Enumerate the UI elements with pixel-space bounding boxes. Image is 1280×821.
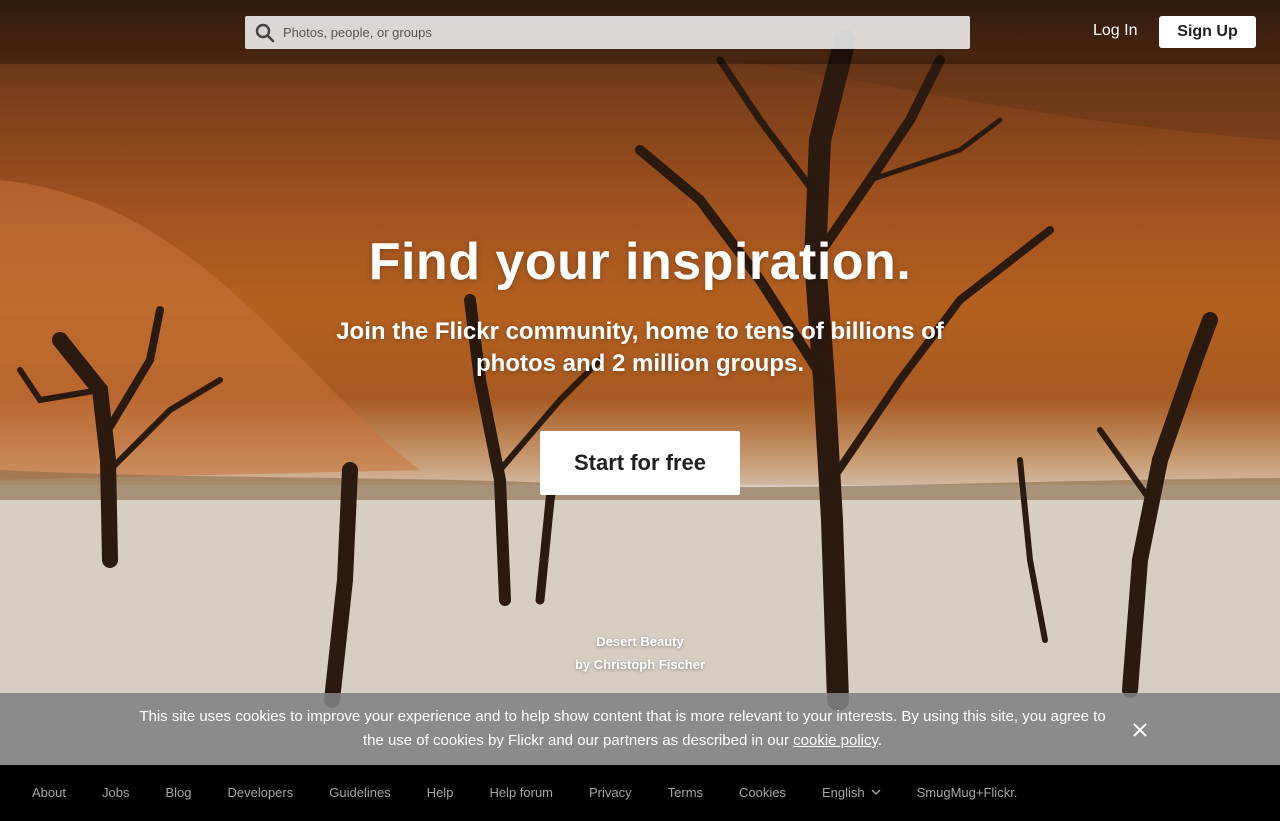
footer-link-developers[interactable]: Developers bbox=[227, 785, 293, 800]
search-bar[interactable] bbox=[245, 16, 970, 49]
search-icon[interactable] bbox=[255, 23, 275, 43]
footer-link-cookies[interactable]: Cookies bbox=[739, 785, 786, 800]
language-selector[interactable]: English bbox=[822, 785, 881, 800]
footer-link-privacy[interactable]: Privacy bbox=[589, 785, 632, 800]
photo-title[interactable]: Desert Beauty bbox=[0, 634, 1280, 649]
footer-links: About Jobs Blog Developers Guidelines He… bbox=[32, 784, 1053, 802]
footer-link-jobs[interactable]: Jobs bbox=[102, 785, 129, 800]
footer-link-terms[interactable]: Terms bbox=[668, 785, 703, 800]
start-for-free-button[interactable]: Start for free bbox=[540, 431, 740, 495]
footer-link-help-forum[interactable]: Help forum bbox=[489, 785, 553, 800]
search-input[interactable] bbox=[283, 16, 963, 49]
hero-headline: Find your inspiration. bbox=[368, 233, 912, 291]
cookie-message-end: . bbox=[877, 732, 883, 749]
footer-link-about[interactable]: About bbox=[32, 785, 66, 800]
language-label: English bbox=[822, 785, 865, 800]
chevron-down-icon bbox=[871, 789, 881, 796]
footer: About Jobs Blog Developers Guidelines He… bbox=[0, 765, 1280, 821]
hero-subheadline: Join the Flickr community, home to tens … bbox=[336, 318, 944, 377]
hero-background bbox=[0, 0, 1280, 765]
footer-link-guidelines[interactable]: Guidelines bbox=[329, 785, 390, 800]
footer-link-help[interactable]: Help bbox=[427, 785, 454, 800]
footer-link-smugmug-flickr[interactable]: SmugMug+Flickr. bbox=[917, 785, 1018, 800]
cookie-policy-link[interactable]: cookie policy bbox=[793, 732, 878, 749]
sign-up-button[interactable]: Sign Up bbox=[1159, 16, 1256, 48]
top-navigation-bar: Log In Sign Up bbox=[0, 0, 1280, 64]
log-in-link[interactable]: Log In bbox=[1093, 22, 1137, 40]
cookie-message: This site uses cookies to improve your e… bbox=[130, 705, 1115, 753]
close-icon[interactable] bbox=[1128, 718, 1152, 742]
photo-credit[interactable]: by Christoph Fischer bbox=[0, 657, 1280, 672]
cookie-banner: This site uses cookies to improve your e… bbox=[0, 693, 1280, 765]
desert-photo bbox=[0, 29, 1280, 765]
cookie-message-text: This site uses cookies to improve your e… bbox=[139, 708, 1106, 749]
footer-link-blog[interactable]: Blog bbox=[165, 785, 191, 800]
close-cookie-banner-button[interactable] bbox=[1128, 718, 1152, 742]
